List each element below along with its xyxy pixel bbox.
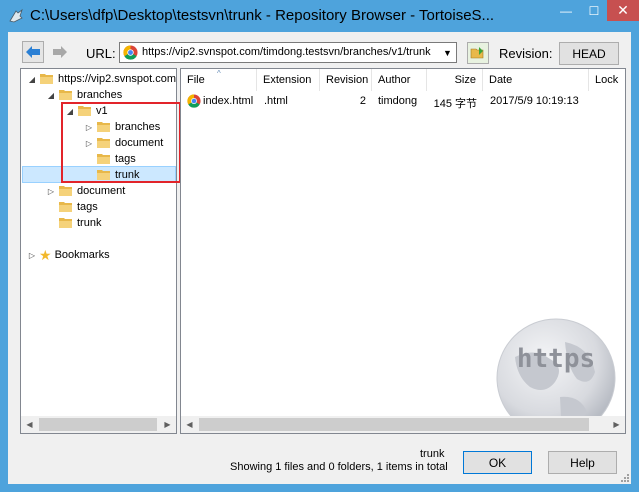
tree-item-label: Bookmarks bbox=[54, 249, 110, 261]
url-label: URL: bbox=[86, 46, 116, 61]
tree-item-label: tags bbox=[77, 201, 98, 213]
arrow-right-icon bbox=[53, 46, 67, 58]
scroll-left-icon[interactable]: ◀ bbox=[181, 416, 198, 433]
tree-horizontal-scrollbar[interactable]: ◀ ▶ bbox=[21, 416, 176, 433]
scrollbar-thumb[interactable] bbox=[39, 418, 157, 431]
column-header-size[interactable]: Size bbox=[427, 69, 483, 91]
chrome-icon bbox=[187, 94, 201, 108]
back-button[interactable] bbox=[22, 41, 44, 63]
tree-item-label: https://vip2.svnspot.com bbox=[58, 73, 176, 85]
repository-browser-window: C:\Users\dfp\Desktop\testsvn\trunk - Rep… bbox=[0, 0, 639, 492]
ok-button[interactable]: OK bbox=[463, 451, 532, 474]
tree-item-label: trunk bbox=[77, 217, 102, 229]
file-list[interactable]: File ^ Extension Revision Author Size Da… bbox=[180, 68, 626, 434]
folder-icon bbox=[59, 202, 72, 212]
expand-arrow-icon[interactable]: ▷ bbox=[46, 187, 56, 196]
chevron-down-icon[interactable]: ▼ bbox=[439, 43, 456, 62]
dialog-body: URL: https://vip2.svnspot.com/timdong.te… bbox=[8, 32, 631, 484]
column-header-lock[interactable]: Lock bbox=[589, 69, 625, 91]
sort-ascending-icon: ^ bbox=[217, 69, 221, 78]
star-icon: ★ bbox=[39, 246, 52, 263]
close-button[interactable]: ✕ bbox=[607, 0, 639, 21]
arrow-left-icon bbox=[26, 46, 40, 58]
column-header-date[interactable]: Date bbox=[483, 69, 589, 91]
cell-revision: 2 bbox=[359, 95, 366, 107]
tree-item-root[interactable]: ◢ https://vip2.svnspot.com bbox=[27, 71, 176, 87]
watermark-text: https bbox=[517, 344, 595, 374]
window-title: C:\Users\dfp\Desktop\testsvn\trunk - Rep… bbox=[30, 7, 495, 24]
tree-item-tags[interactable]: tags bbox=[46, 199, 98, 215]
collapse-arrow-icon[interactable]: ◢ bbox=[46, 91, 56, 100]
open-url-button[interactable] bbox=[467, 42, 489, 64]
column-header-extension[interactable]: Extension bbox=[257, 69, 320, 91]
collapse-arrow-icon[interactable]: ◢ bbox=[27, 75, 37, 84]
revision-button[interactable]: HEAD bbox=[559, 42, 619, 65]
tree-item-label: branches bbox=[77, 89, 123, 101]
tree-item-branches[interactable]: ◢ branches bbox=[46, 87, 122, 103]
scroll-left-icon[interactable]: ◀ bbox=[21, 416, 38, 433]
tree-item-document[interactable]: ▷ document bbox=[46, 183, 125, 199]
cell-date: 2017/5/9 10:19:13 bbox=[490, 95, 579, 107]
column-header-revision[interactable]: Revision bbox=[320, 69, 372, 91]
maximize-button[interactable]: ☐ bbox=[581, 0, 607, 21]
cell-file: index.html bbox=[203, 95, 254, 107]
folder-icon bbox=[40, 74, 53, 84]
folder-icon bbox=[59, 90, 72, 100]
scroll-right-icon[interactable]: ▶ bbox=[159, 416, 176, 433]
column-header-author[interactable]: Author bbox=[372, 69, 427, 91]
list-horizontal-scrollbar[interactable]: ◀ ▶ bbox=[181, 416, 625, 433]
help-button[interactable]: Help bbox=[548, 451, 617, 474]
cell-size: 145 字节 bbox=[433, 98, 477, 110]
chrome-icon bbox=[123, 45, 138, 60]
folder-icon bbox=[59, 218, 72, 228]
url-value: https://vip2.svnspot.com/timdong.testsvn… bbox=[142, 46, 431, 58]
url-combobox[interactable]: https://vip2.svnspot.com/timdong.testsvn… bbox=[119, 42, 457, 63]
minimize-button[interactable]: — bbox=[551, 0, 581, 21]
revision-label: Revision: bbox=[499, 46, 553, 61]
tree-item-label: document bbox=[77, 185, 126, 197]
expand-arrow-icon[interactable]: ▷ bbox=[27, 251, 37, 260]
highlight-annotation-box bbox=[61, 102, 181, 183]
tortoisesvn-app-icon bbox=[9, 8, 23, 23]
folder-icon bbox=[59, 186, 72, 196]
tree-item-bookmarks[interactable]: ▷ ★ Bookmarks bbox=[27, 247, 110, 263]
cell-author: timdong bbox=[378, 95, 418, 107]
tree-item-trunk[interactable]: trunk bbox=[46, 215, 101, 231]
folder-open-icon bbox=[470, 47, 484, 59]
status-summary: Showing 1 files and 0 folders, 1 items i… bbox=[230, 461, 448, 473]
title-bar[interactable]: C:\Users\dfp\Desktop\testsvn\trunk - Rep… bbox=[0, 0, 639, 32]
forward-button[interactable] bbox=[49, 41, 71, 63]
scrollbar-thumb[interactable] bbox=[199, 418, 589, 431]
cell-extension: .html bbox=[264, 95, 288, 107]
resize-grip-icon[interactable] bbox=[620, 473, 630, 483]
scroll-right-icon[interactable]: ▶ bbox=[608, 416, 625, 433]
status-current-path: trunk bbox=[420, 448, 445, 460]
